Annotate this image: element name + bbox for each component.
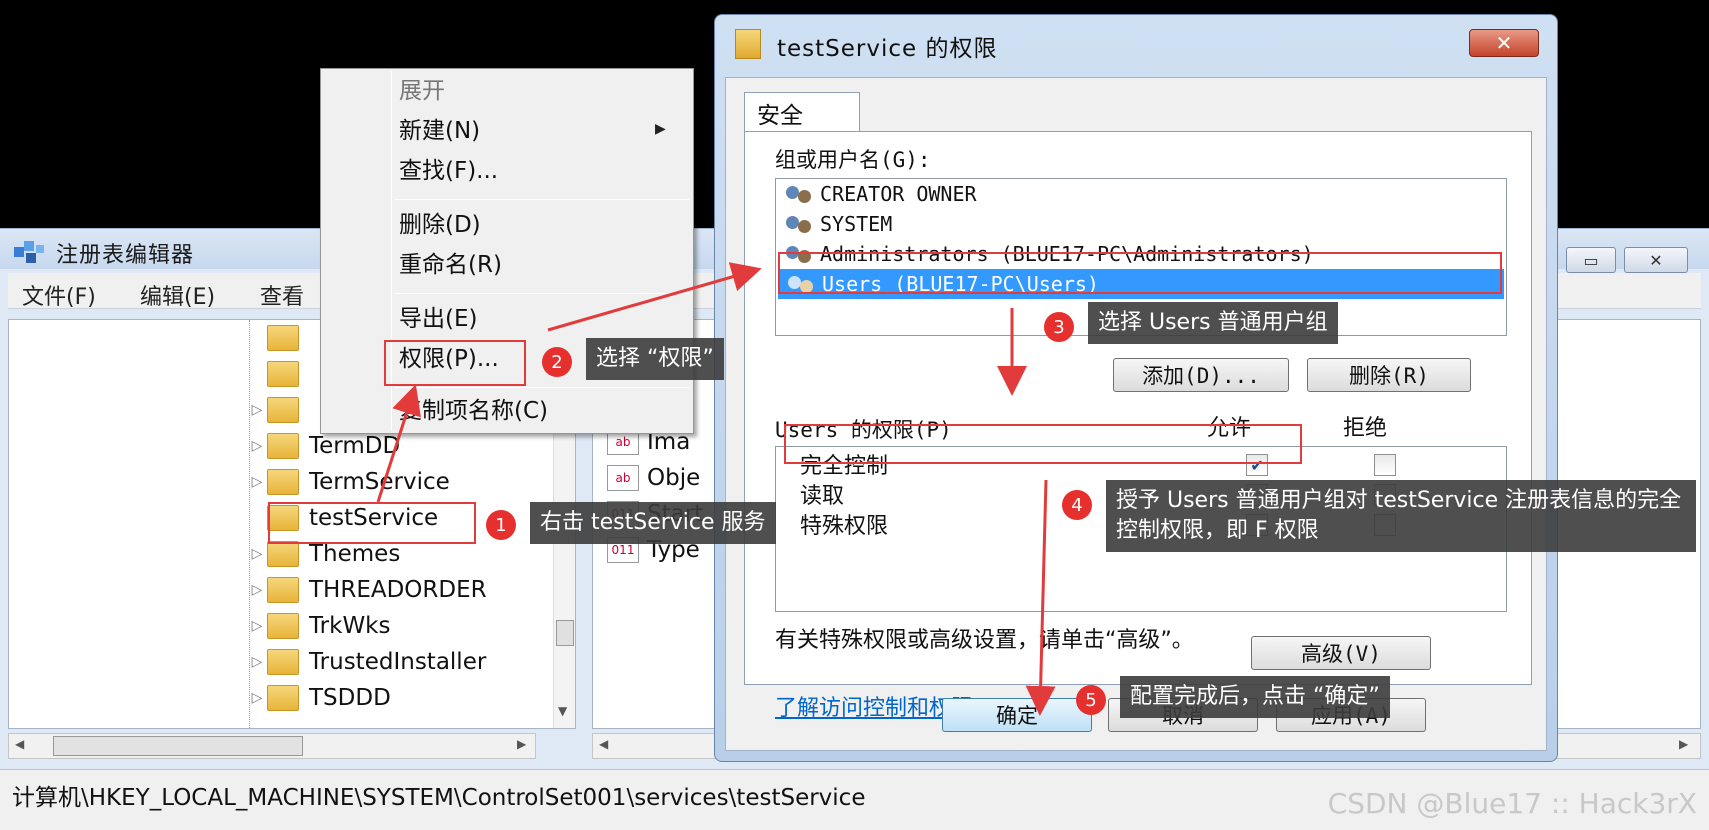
menu-item-expand[interactable]: 展开 [399,71,445,111]
step-2-badge: 2 [542,347,572,377]
scroll-down-icon[interactable]: ▼ [558,704,567,718]
advanced-button[interactable]: 高级(V) [1251,636,1431,670]
add-button[interactable]: 添加(D)... [1113,358,1289,392]
tab-security[interactable]: 安全 [744,92,860,132]
user-name: SYSTEM [820,212,893,236]
deny-checkbox-full-control[interactable] [1374,454,1396,476]
security-tab-panel: 组或用户名(G): CREATOR OWNER SYSTEM Administr… [744,131,1532,721]
step-1-note: 右击 testService 服务 [530,502,776,544]
menu-item-export[interactable]: 导出(E) [399,299,477,339]
menu-file[interactable]: 文件(F) [22,279,96,311]
step-3-note: 选择 Users 普通用户组 [1088,302,1338,344]
expand-arrow-icon[interactable]: ▷ [247,654,267,670]
step-3-badge: 3 [1044,312,1074,342]
scroll-right-icon[interactable]: ▶ [1679,737,1688,751]
dialog-body: 安全 组或用户名(G): CREATOR OWNER SYSTEM Admini… [725,77,1547,751]
tree-item[interactable]: ▷ THREADORDER [247,572,487,608]
dialog-close-button[interactable]: ✕ [1469,29,1539,57]
users-icon [786,212,814,236]
expand-arrow-icon[interactable]: ▷ [247,582,267,598]
menu-item-delete[interactable]: 删除(D) [399,205,481,245]
menu-separator [395,387,689,388]
expand-arrow-icon[interactable]: ▷ [247,438,267,454]
folder-icon [267,541,299,567]
watermark: CSDN @Blue17 :: Hack3rX [1327,787,1697,820]
expand-arrow-icon[interactable]: ▷ [247,546,267,562]
folder-icon [267,397,299,423]
advanced-info-text: 有关特殊权限或高级设置，请单击“高级”。 [775,628,1194,653]
menu-item-copy-key-name[interactable]: 复制项名称(C) [399,391,548,431]
folder-icon [267,649,299,675]
step-5-note: 配置完成后，点击 “确定” [1120,676,1390,718]
menu-separator [395,199,689,200]
step-5-badge: 5 [1076,685,1106,715]
step-1-badge: 1 [486,510,516,540]
values-list: abImaabObje011Start011Type [607,424,703,568]
maximize-button[interactable]: ▭ [1566,247,1616,273]
highlight-testservice [268,502,476,544]
folder-icon [735,29,761,59]
registry-app-icon [14,241,44,263]
group-or-user-label: 组或用户名(G): [775,148,931,172]
folder-icon [267,685,299,711]
menu-edit[interactable]: 编辑(E) [140,279,215,311]
registry-title: 注册表编辑器 [56,243,195,268]
user-row-system[interactable]: SYSTEM [776,209,1506,239]
folder-icon [267,469,299,495]
menu-item-rename[interactable]: 重命名(R) [399,245,502,285]
tree-item-label: TermDD [309,433,401,459]
step-2-note: 选择 “权限” [586,338,724,380]
expand-arrow-icon[interactable]: ▷ [247,474,267,490]
folder-icon [267,613,299,639]
menu-separator [395,293,689,294]
scroll-left-icon[interactable]: ◀ [15,737,24,751]
value-item[interactable]: ab Obje [607,460,703,496]
dialog-title: testService 的权限 [777,36,998,62]
tree-item[interactable]: ▷ TrustedInstaller [247,644,487,680]
users-icon [786,182,814,206]
expand-arrow-icon[interactable]: ▷ [247,402,267,418]
deny-header: 拒绝 [1343,416,1388,441]
expand-arrow-icon[interactable]: ▷ [247,618,267,634]
scroll-right-icon[interactable]: ▶ [517,737,526,751]
perm-name: 特殊权限 [800,514,889,539]
tree-item-label: TSDDD [309,685,391,711]
tree-item[interactable]: ▷ TermService [247,464,487,500]
tree-item[interactable]: ▷ TrkWks [247,608,487,644]
tree-horizontal-scrollbar[interactable]: ◀ ▶ [8,733,536,759]
tree-item-label: TrkWks [309,613,391,639]
tree-item-label: THREADORDER [309,577,487,603]
scroll-thumb[interactable] [556,620,574,646]
menu-view[interactable]: 查看 [260,279,304,311]
highlight-full-control [784,424,1302,464]
menu-item-find[interactable]: 查找(F)... [399,151,498,191]
submenu-arrow-icon: ▶ [655,121,666,137]
user-row-creator-owner[interactable]: CREATOR OWNER [776,179,1506,209]
highlight-users-row [778,252,1502,294]
highlight-permissions-item [384,340,526,386]
user-name: CREATOR OWNER [820,182,977,206]
step-4-note: 授予 Users 普通用户组对 testService 注册表信息的完全控制权限… [1106,480,1696,552]
hscroll-thumb[interactable] [53,736,303,756]
expand-arrow-icon[interactable]: ▷ [247,690,267,706]
remove-button[interactable]: 删除(R) [1307,358,1471,392]
permissions-dialog: testService 的权限 ✕ 安全 组或用户名(G): CREATOR O… [714,14,1558,762]
ok-button[interactable]: 确定 [942,698,1092,732]
folder-icon [267,577,299,603]
close-button[interactable]: ✕ [1624,247,1688,273]
tree-item[interactable]: ▷ TSDDD [247,680,487,716]
tree-item-label: TermService [309,469,450,495]
status-path: 计算机\HKEY_LOCAL_MACHINE\SYSTEM\ControlSet… [12,785,866,811]
menu-item-new[interactable]: 新建(N) [399,111,480,151]
tree-item-label: Themes [309,541,401,567]
string-value-icon: ab [607,465,639,491]
folder-icon [267,325,299,351]
scroll-left-icon[interactable]: ◀ [599,737,608,751]
step-4-badge: 4 [1062,490,1092,520]
value-item-label: Obje [647,465,701,491]
folder-icon [267,433,299,459]
perm-name: 读取 [800,484,845,509]
folder-icon [267,361,299,387]
tree-item-label: TrustedInstaller [309,649,487,675]
